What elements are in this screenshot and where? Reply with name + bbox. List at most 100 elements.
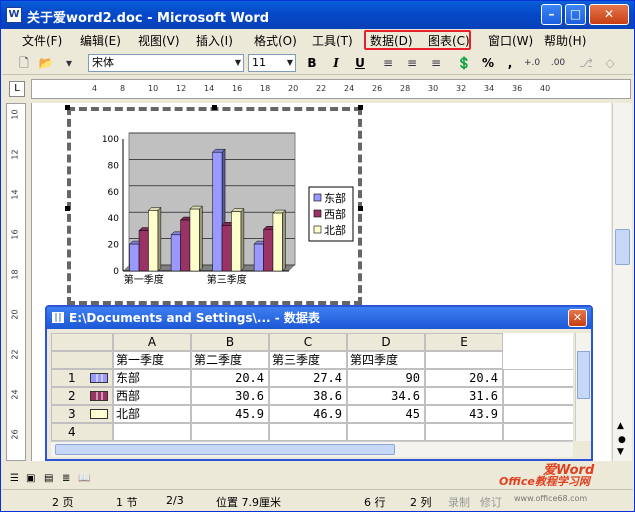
previous-page-icon[interactable]: ▲ — [617, 421, 624, 431]
datasheet-close-button[interactable]: ✕ — [568, 309, 587, 327]
italic-button[interactable]: I — [328, 55, 344, 71]
normal-view-icon[interactable]: ☰ — [10, 473, 19, 484]
menu-0[interactable]: 文件(F) — [22, 32, 62, 49]
row-header[interactable]: 3 — [51, 405, 113, 423]
close-button[interactable]: ✕ — [589, 4, 629, 25]
column-header[interactable]: A — [113, 333, 191, 351]
align-left-icon[interactable]: ≡ — [380, 55, 396, 71]
menu-2[interactable]: 视图(V) — [138, 32, 180, 49]
resize-handle[interactable] — [65, 206, 70, 211]
web-view-icon[interactable]: ▣ — [26, 473, 35, 484]
data-cell[interactable]: 20.4 — [425, 369, 503, 387]
datasheet-hscroll-thumb[interactable] — [55, 444, 395, 455]
data-cell[interactable]: 43.9 — [425, 405, 503, 423]
series-label-cell[interactable]: 西部 — [113, 387, 191, 405]
resize-handle[interactable] — [212, 105, 217, 110]
menu-3[interactable]: 插入(I) — [196, 32, 233, 49]
data-cell[interactable]: 30.6 — [191, 387, 269, 405]
toolbar-options-icon[interactable]: ▾ — [64, 55, 74, 71]
menu-4[interactable]: 格式(O) — [254, 32, 297, 49]
resize-handle[interactable] — [358, 206, 363, 211]
column-header[interactable]: C — [269, 333, 347, 351]
outline-view-icon[interactable]: ≣ — [62, 473, 70, 484]
column-header[interactable]: B — [191, 333, 269, 351]
datasheet-grid[interactable]: A B C D E 第一季度 第二季度 第三季度 第四季度 1 东部 20.4 27.4 90 20.4 2 西… — [51, 333, 573, 441]
increase-decimal-icon[interactable]: +.0 — [524, 55, 540, 71]
datasheet-vscroll-thumb[interactable] — [577, 351, 590, 399]
word-app-icon[interactable]: W — [6, 7, 22, 23]
status-record[interactable]: 录制 — [448, 494, 470, 510]
series-label-cell[interactable]: 东部 — [113, 369, 191, 387]
data-cell[interactable]: 46.9 — [269, 405, 347, 423]
data-cell[interactable]: 34.6 — [347, 387, 425, 405]
data-cell[interactable]: 31.6 — [425, 387, 503, 405]
resize-handle[interactable] — [358, 105, 363, 110]
underline-button[interactable]: U — [352, 55, 368, 71]
browse-object-icon[interactable]: ● — [618, 435, 626, 445]
fill-color-icon[interactable]: ◇ — [602, 55, 618, 71]
menu-5[interactable]: 工具(T) — [312, 32, 353, 49]
print-view-icon[interactable]: ▤ — [44, 473, 53, 484]
data-cell[interactable]: 45 — [347, 405, 425, 423]
data-cell[interactable]: 45.9 — [191, 405, 269, 423]
font-name-combo[interactable]: 宋体 ▼ — [88, 54, 244, 72]
datasheet-title-bar[interactable]: E:\Documents and Settings\... - 数据表 ✕ — [47, 307, 591, 329]
row-header[interactable]: 1 — [51, 369, 113, 387]
category-cell[interactable]: 第一季度 — [113, 351, 191, 369]
datasheet-vertical-scrollbar[interactable] — [575, 333, 591, 441]
horizontal-ruler[interactable]: 4 8 10 12 14 16 18 20 22 24 26 28 30 32 34 36 40 — [31, 79, 631, 99]
data-cell[interactable]: 20.4 — [191, 369, 269, 387]
category-cell[interactable]: 第四季度 — [347, 351, 425, 369]
row-header[interactable]: 4 — [51, 423, 113, 441]
align-center-icon[interactable]: ≡ — [404, 55, 420, 71]
chart-tool-icon[interactable]: ⎇ — [578, 55, 594, 71]
ruler-number: 28 — [400, 84, 411, 93]
data-cell[interactable] — [503, 387, 573, 405]
data-cell[interactable] — [503, 369, 573, 387]
percent-button[interactable]: % — [480, 55, 496, 71]
comma-button[interactable]: , — [502, 55, 518, 71]
menu-8[interactable]: 窗口(W) — [488, 32, 533, 49]
open-folder-icon[interactable]: 📂 — [38, 55, 54, 71]
vertical-ruler[interactable]: 10 12 14 16 18 20 22 24 26 — [6, 103, 26, 461]
category-cell[interactable]: 第二季度 — [191, 351, 269, 369]
reading-view-icon[interactable]: 📖 — [78, 473, 90, 484]
menu-9[interactable]: 帮助(H) — [544, 32, 586, 49]
align-right-icon[interactable]: ≡ — [428, 55, 444, 71]
minimize-button[interactable]: – — [541, 4, 562, 25]
decrease-decimal-icon[interactable]: .00 — [550, 55, 566, 71]
currency-icon[interactable]: 💲 — [456, 55, 472, 71]
bold-button[interactable]: B — [304, 55, 320, 71]
data-cell[interactable] — [503, 405, 573, 423]
data-cell[interactable]: 27.4 — [269, 369, 347, 387]
data-cell[interactable] — [503, 423, 573, 441]
tab-stop-selector[interactable]: L — [9, 81, 25, 97]
data-cell[interactable] — [269, 423, 347, 441]
data-cell[interactable] — [191, 423, 269, 441]
series-label-cell[interactable] — [113, 423, 191, 441]
corner-cell[interactable] — [51, 333, 113, 351]
maximize-button[interactable]: □ — [565, 4, 586, 25]
category-cell[interactable] — [425, 351, 503, 369]
vertical-scrollbar[interactable]: ▲ ● ▼ — [612, 103, 632, 461]
chart-object[interactable]: 0 20 40 60 80 100 第一季度 第三季度 东部 西部 北部 — [67, 107, 362, 305]
series-label-cell[interactable]: 北部 — [113, 405, 191, 423]
row-header[interactable] — [51, 351, 113, 369]
menu-1[interactable]: 编辑(E) — [80, 32, 121, 49]
data-cell[interactable]: 90 — [347, 369, 425, 387]
category-cell[interactable]: 第三季度 — [269, 351, 347, 369]
column-header[interactable]: D — [347, 333, 425, 351]
column-header[interactable]: E — [425, 333, 503, 351]
new-document-icon[interactable]: 🗋 — [16, 55, 32, 71]
resize-handle[interactable] — [65, 105, 70, 110]
data-cell[interactable]: 38.6 — [269, 387, 347, 405]
status-track-changes[interactable]: 修订 — [480, 494, 502, 510]
font-size-combo[interactable]: 11 ▼ — [248, 54, 296, 72]
data-cell[interactable] — [347, 423, 425, 441]
datasheet-horizontal-scrollbar[interactable] — [51, 441, 573, 457]
data-cell[interactable] — [425, 423, 503, 441]
next-page-icon[interactable]: ▼ — [617, 447, 624, 457]
scroll-thumb[interactable] — [615, 229, 630, 265]
row-header[interactable]: 2 — [51, 387, 113, 405]
font-size-value: 11 — [252, 56, 266, 69]
